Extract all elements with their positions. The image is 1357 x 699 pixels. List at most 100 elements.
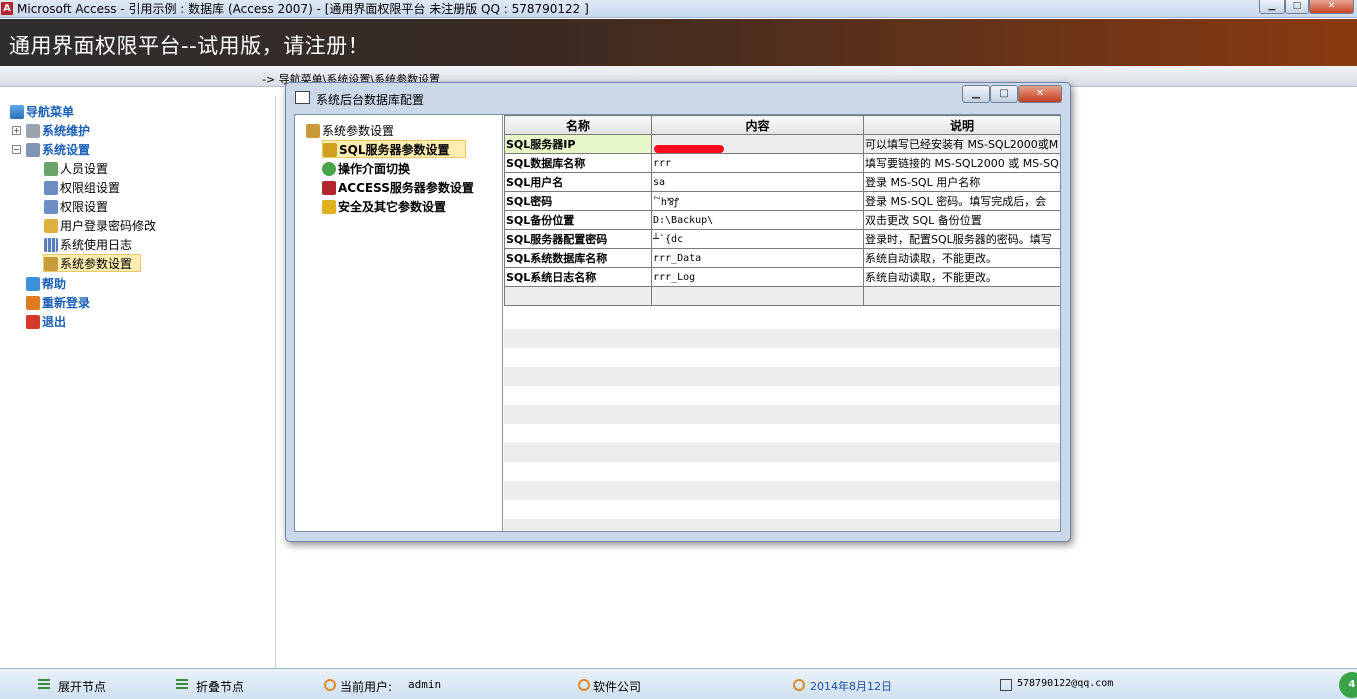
grid-empty-area xyxy=(504,310,1060,531)
nav-item-label: 退出 xyxy=(42,315,67,329)
param-description: 可以填写已经安装有 MS-SQL2000或M xyxy=(863,134,1060,154)
collapse-toggle-icon[interactable]: − xyxy=(12,145,21,154)
param-value[interactable]: ┴`{dc xyxy=(651,229,864,249)
expand-toggle-icon[interactable]: + xyxy=(12,126,21,135)
database-icon xyxy=(10,105,24,119)
parameter-tree: 系统参数设置 SQL服务器参数设置 操作介面切换 ACCESS服务器参数设置 安… xyxy=(295,115,503,531)
param-name: SQL密码 xyxy=(504,191,652,211)
expand-nodes-icon xyxy=(38,679,50,691)
expand-nodes-button[interactable]: 展开节点 xyxy=(58,678,106,695)
window-minimize-button[interactable]: ▁ xyxy=(1259,0,1285,14)
param-name: SQL服务器配置密码 xyxy=(504,229,652,249)
contact-email[interactable]: 578790122@qq.com xyxy=(1017,678,1113,689)
table-row[interactable]: SQL系统数据库名称 rrr_Data 系统自动读取，不能更改。 xyxy=(504,248,1060,268)
table-row[interactable]: SQL数据库名称 rrr 填写要链接的 MS-SQL2000 或 MS-SQ xyxy=(504,153,1060,173)
param-description: 双击更改 SQL 备份位置 xyxy=(863,210,1060,230)
nav-item-label: 重新登录 xyxy=(42,296,91,310)
settings-folder-icon xyxy=(26,143,40,157)
parameter-table: 名称 内容 说明 SQL服务器IP 可以填写已经安装有 MS-SQL2000或M xyxy=(504,115,1060,306)
access-app-window: A Microsoft Access - 引用示例 : 数据库 (Access … xyxy=(0,0,1357,699)
navigation-tree: 导航菜单 + 系统维护 − 系统设置 人员设置 权限组设置 权限设置 用户登录密… xyxy=(0,96,276,668)
param-description: 系统自动读取，不能更改。 xyxy=(863,267,1060,287)
nav-item-system-parameters[interactable]: 系统参数设置 xyxy=(43,254,141,272)
tree-item-label: ACCESS服务器参数设置 xyxy=(338,181,474,195)
banner-title: 通用界面权限平台--试用版，请注册！ xyxy=(9,34,370,58)
tools-icon xyxy=(26,124,40,138)
new-row-cell[interactable] xyxy=(651,286,864,306)
user-icon xyxy=(324,679,336,691)
current-user-label: 当前用户: xyxy=(340,680,393,694)
column-header-value[interactable]: 内容 xyxy=(651,115,864,135)
param-name: SQL备份位置 xyxy=(504,210,652,230)
tree-item-label: SQL服务器参数设置 xyxy=(339,143,450,157)
param-value[interactable]: rrr_Data xyxy=(651,248,864,268)
table-row[interactable]: SQL服务器配置密码 ┴`{dc 登录时，配置SQL服务器的密码。填写 xyxy=(504,229,1060,249)
parameters-icon xyxy=(44,257,58,271)
table-row[interactable]: SQL服务器IP 可以填写已经安装有 MS-SQL2000或M xyxy=(504,134,1060,154)
param-description: 系统自动读取，不能更改。 xyxy=(863,248,1060,268)
param-value[interactable]: D:\Backup\ xyxy=(651,210,864,230)
dialog-close-button[interactable]: ✕ xyxy=(1018,85,1062,103)
window-title: Microsoft Access - 引用示例 : 数据库 (Access 20… xyxy=(17,2,589,16)
tree-item-sql-server[interactable]: SQL服务器参数设置 xyxy=(322,140,466,158)
table-row[interactable]: SQL用户名 sa 登录 MS-SQL 用户名称 xyxy=(504,172,1060,192)
status-footer: 展开节点 折叠节点 当前用户: admin 软件公司 2014年8月12日 57… xyxy=(0,668,1357,699)
copyright-icon xyxy=(578,679,590,691)
log-table-icon xyxy=(44,238,58,252)
param-name: SQL数据库名称 xyxy=(504,153,652,173)
relogin-icon xyxy=(26,296,40,310)
parameter-grid: 名称 内容 说明 SQL服务器IP 可以填写已经安装有 MS-SQL2000或M xyxy=(504,115,1060,531)
param-name: SQL系统数据库名称 xyxy=(504,248,652,268)
dialog-title: 系统后台数据库配置 xyxy=(316,93,425,107)
current-date: 2014年8月12日 xyxy=(810,680,892,693)
dialog-minimize-button[interactable]: ▁ xyxy=(962,85,990,103)
collapse-nodes-button[interactable]: 折叠节点 xyxy=(196,678,244,695)
nav-item-label: 权限设置 xyxy=(60,200,109,214)
param-description: 登录 MS-SQL 密码。填写完成后，会 xyxy=(863,191,1060,211)
table-row-new[interactable] xyxy=(504,286,1060,306)
nav-item-label: 帮助 xyxy=(42,277,67,291)
switch-icon xyxy=(322,162,336,176)
table-row[interactable]: SQL系统日志名称 rrr_Log 系统自动读取，不能更改。 xyxy=(504,267,1060,287)
nav-item-label: 权限组设置 xyxy=(60,181,121,195)
company-name: 软件公司 xyxy=(593,680,642,694)
nav-item-label: 系统设置 xyxy=(42,143,91,157)
window-maximize-button[interactable]: □ xyxy=(1285,0,1309,14)
dialog-maximize-button[interactable]: □ xyxy=(990,85,1018,103)
exit-icon xyxy=(26,315,40,329)
param-value[interactable]: ꒙h⅋ꝭ xyxy=(651,191,864,211)
clock-icon xyxy=(793,679,805,691)
param-value[interactable]: rrr_Log xyxy=(651,267,864,287)
column-header-name[interactable]: 名称 xyxy=(504,115,652,135)
table-header-row: 名称 内容 说明 xyxy=(504,115,1060,135)
param-value[interactable]: sa xyxy=(651,172,864,192)
window-title-bar: A Microsoft Access - 引用示例 : 数据库 (Access … xyxy=(0,0,1357,18)
nav-item-label: 系统参数设置 xyxy=(60,257,133,271)
help-icon xyxy=(26,277,40,291)
table-row[interactable]: SQL备份位置 D:\Backup\ 双击更改 SQL 备份位置 xyxy=(504,210,1060,230)
permission-icon xyxy=(44,200,58,214)
param-description: 登录时，配置SQL服务器的密码。填写 xyxy=(863,229,1060,249)
param-value[interactable]: rrr xyxy=(651,153,864,173)
group-icon xyxy=(44,181,58,195)
column-header-description[interactable]: 说明 xyxy=(863,115,1060,135)
app-banner: 通用界面权限平台--试用版，请注册！ xyxy=(0,19,1357,66)
nav-root-label: 导航菜单 xyxy=(26,105,75,119)
key-icon xyxy=(322,200,336,214)
parameters-icon xyxy=(306,124,320,138)
new-row-cell[interactable] xyxy=(504,286,652,306)
redaction-mark xyxy=(654,145,724,153)
nav-item-label: 系统维护 xyxy=(42,124,91,138)
collapse-nodes-icon xyxy=(176,679,188,691)
param-name: SQL用户名 xyxy=(504,172,652,192)
window-close-button[interactable]: ✕ xyxy=(1309,0,1354,14)
param-description: 登录 MS-SQL 用户名称 xyxy=(863,172,1060,192)
param-description: 填写要链接的 MS-SQL2000 或 MS-SQ xyxy=(863,153,1060,173)
param-name: SQL服务器IP xyxy=(504,134,652,154)
tree-root-label: 系统参数设置 xyxy=(322,124,395,138)
param-name: SQL系统日志名称 xyxy=(504,267,652,287)
tree-item-label: 安全及其它参数设置 xyxy=(338,200,447,214)
nav-item-label: 人员设置 xyxy=(60,162,109,176)
table-row[interactable]: SQL密码 ꒙h⅋ꝭ 登录 MS-SQL 密码。填写完成后，会 xyxy=(504,191,1060,211)
new-row-cell[interactable] xyxy=(863,286,1060,306)
